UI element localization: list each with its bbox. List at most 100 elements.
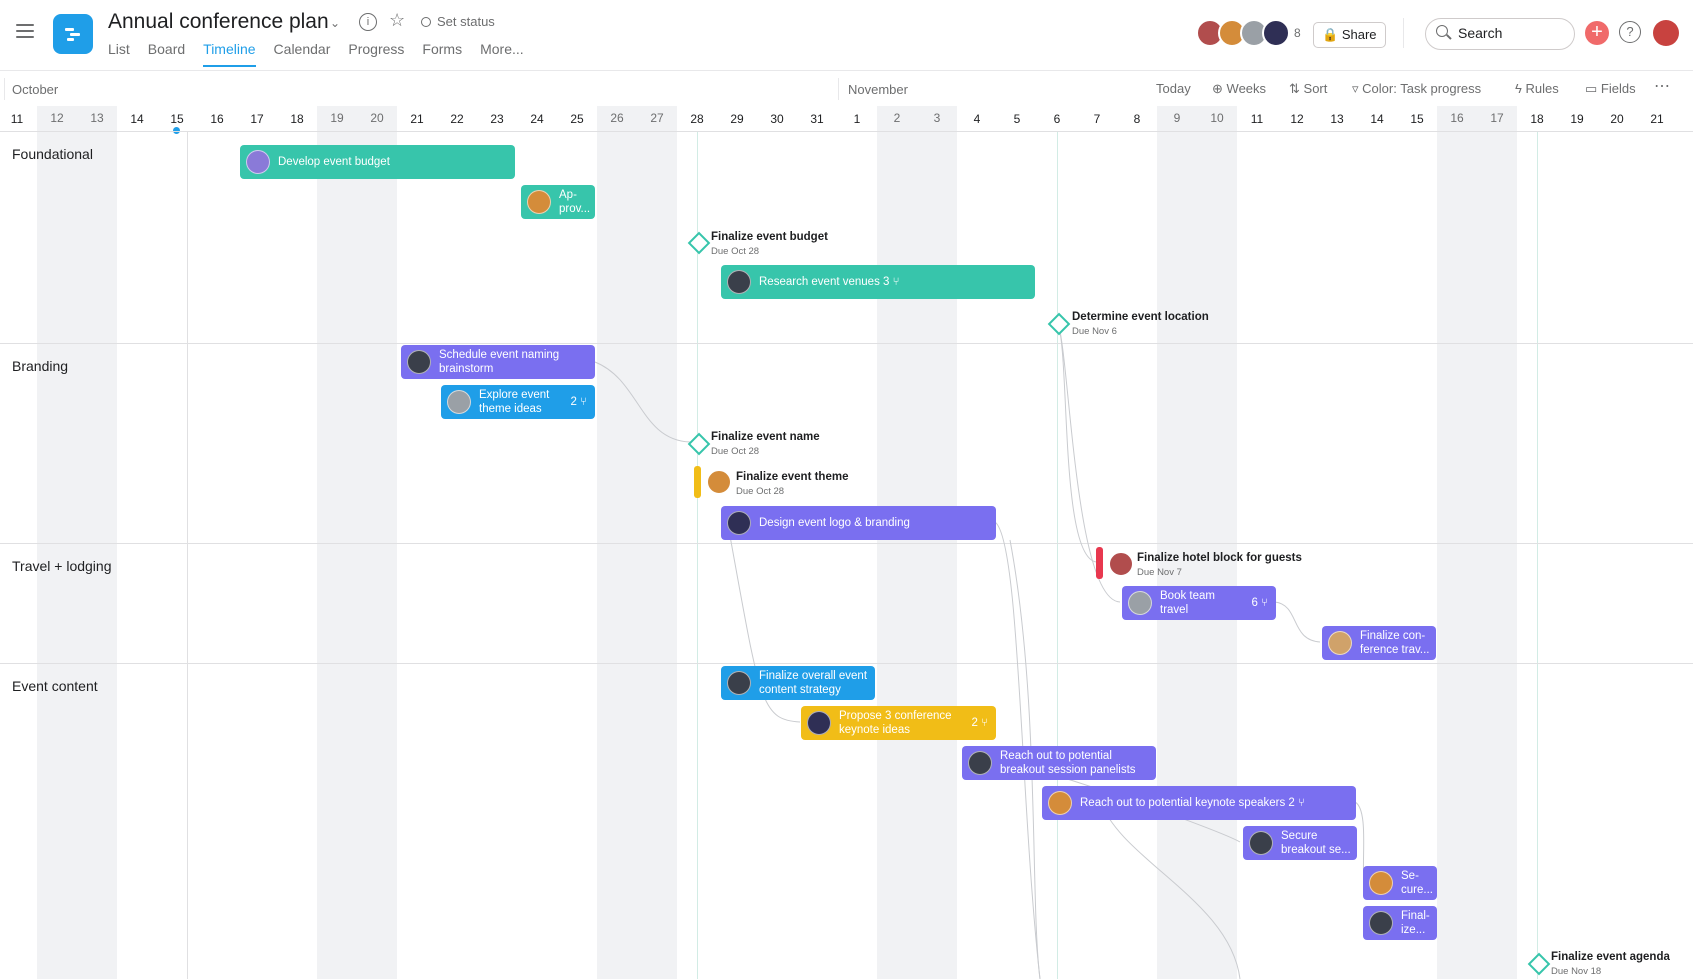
day-header: 11 12 13 14 15 16 17 18 19 20 21 22 23 24 25 26 27 28 29 30…: [0, 106, 1693, 132]
lightning-icon: ϟ: [1515, 81, 1522, 96]
fields-icon: ▭: [1585, 81, 1598, 96]
day-label: 22: [450, 112, 464, 126]
avatar: [1048, 791, 1072, 815]
subtask-icon: ⑂: [981, 717, 988, 729]
day-label: 17: [250, 112, 264, 126]
day-label: 27: [637, 106, 677, 131]
sort-button[interactable]: ⇅ Sort: [1289, 81, 1327, 97]
subtask-count: 3: [883, 276, 890, 288]
avatar: [407, 350, 431, 374]
task-bar[interactable]: Schedule event naming brainstorm: [401, 345, 595, 379]
avatar: [447, 390, 471, 414]
day-label: 14: [130, 112, 144, 126]
task-bar[interactable]: Design event logo & branding: [721, 506, 996, 540]
subtask-icon: ⑂: [1298, 797, 1305, 809]
avatar: [807, 711, 831, 735]
share-label: Share: [1341, 27, 1377, 42]
task-label: Reach out to potential keynote speakers: [1080, 797, 1286, 809]
day-label: 21: [410, 112, 424, 126]
star-icon[interactable]: ☆: [389, 10, 405, 31]
avatar: [1128, 591, 1152, 615]
page-title: Annual conference plan: [108, 10, 329, 33]
sort-icon: ⇅: [1289, 81, 1300, 96]
fields-label: Fields: [1600, 81, 1636, 96]
subtask-icon: ⑂: [1261, 597, 1268, 609]
task-label: Book team travel: [1160, 590, 1215, 616]
milestone-label: Finalize event name: [711, 431, 820, 443]
day-label: 19: [317, 106, 357, 131]
weeks-button[interactable]: ⊕ Weeks: [1212, 81, 1266, 97]
search-box[interactable]: [1425, 18, 1575, 50]
avatar[interactable]: [1653, 20, 1679, 46]
task-bar[interactable]: Ap- prov...: [521, 185, 595, 219]
day-label: 21: [1650, 112, 1664, 126]
task-bar[interactable]: Reach out to potential breakout session …: [962, 746, 1156, 780]
day-label: 15: [1410, 112, 1424, 126]
task-progress-flag[interactable]: [1096, 547, 1103, 579]
help-icon[interactable]: ?: [1619, 21, 1641, 43]
fields-button[interactable]: ▭ Fields: [1585, 81, 1636, 97]
task-label: Reach out to potential breakout session …: [1000, 750, 1136, 776]
tab-forms[interactable]: Forms: [422, 41, 462, 67]
task-bar[interactable]: Research event venues 3 ⑂: [721, 265, 1035, 299]
day-label: 19: [1570, 112, 1584, 126]
project-icon: [53, 14, 93, 54]
color-button[interactable]: ▿ Color: Task progress: [1352, 81, 1481, 97]
day-label: 17: [1477, 106, 1517, 131]
section-label: Foundational: [12, 146, 93, 162]
avatar: [1369, 871, 1393, 895]
status-circle-icon: [421, 17, 431, 27]
task-bar[interactable]: Final- ize...: [1363, 906, 1437, 940]
top-bar: Annual conference plan ⌄ i ☆ Set status …: [0, 0, 1693, 71]
today-button[interactable]: Today: [1156, 81, 1191, 96]
day-label: 6: [1053, 112, 1061, 126]
day-label: 20: [1610, 112, 1624, 126]
tab-more[interactable]: More...: [480, 41, 524, 67]
add-icon[interactable]: +: [1585, 21, 1609, 45]
tab-board[interactable]: Board: [148, 41, 185, 67]
tab-timeline[interactable]: Timeline: [203, 41, 256, 67]
day-label: 2: [877, 106, 917, 131]
avatar: [727, 671, 751, 695]
rules-button[interactable]: ϟ Rules: [1515, 81, 1559, 96]
task-bar[interactable]: Book team travel 6 ⑂: [1122, 586, 1276, 620]
day-label: 1: [853, 112, 861, 126]
task-bar[interactable]: Explore event theme ideas 2 ⑂: [441, 385, 595, 419]
task-bar[interactable]: Finalize con- ference trav...: [1322, 626, 1436, 660]
due-date: Due Nov 18: [1551, 966, 1602, 977]
day-label: 16: [210, 112, 224, 126]
task-label: Design event logo & branding: [759, 517, 910, 529]
set-status-button[interactable]: Set status: [421, 14, 495, 29]
task-bar[interactable]: Reach out to potential keynote speakers …: [1042, 786, 1356, 820]
chevron-down-icon[interactable]: ⌄: [330, 16, 340, 30]
day-label: 23: [490, 112, 504, 126]
avatar: [1108, 551, 1134, 577]
info-icon[interactable]: i: [359, 13, 377, 31]
day-label: 7: [1093, 112, 1101, 126]
search-icon: [1436, 25, 1448, 37]
task-progress-flag[interactable]: [694, 466, 701, 498]
day-label: 4: [973, 112, 981, 126]
share-button[interactable]: 🔒 Share: [1313, 22, 1386, 48]
day-label: 24: [530, 112, 544, 126]
member-avatars[interactable]: 8: [1196, 19, 1301, 47]
subtask-count: 6: [1251, 597, 1258, 609]
task-bar[interactable]: Develop event budget: [240, 145, 515, 179]
task-bar[interactable]: Propose 3 conference keynote ideas 2 ⑂: [801, 706, 996, 740]
month-label: November: [848, 82, 908, 97]
task-label: Finalize event theme: [736, 471, 849, 483]
subtask-count: 2: [1288, 797, 1295, 809]
search-input[interactable]: [1456, 24, 1570, 42]
day-label: 18: [290, 112, 304, 126]
section-label: Branding: [12, 358, 69, 374]
tab-calendar[interactable]: Calendar: [274, 41, 331, 67]
more-options-icon[interactable]: ⋯: [1654, 76, 1670, 96]
task-bar[interactable]: Se- cure...: [1363, 866, 1437, 900]
task-bar[interactable]: Secure breakout se...: [1243, 826, 1357, 860]
tab-list[interactable]: List: [108, 41, 130, 67]
tab-progress[interactable]: Progress: [348, 41, 404, 67]
menu-icon[interactable]: [16, 24, 34, 38]
milestone-label: Finalize event agenda: [1551, 951, 1670, 963]
zoom-icon: ⊕: [1212, 81, 1223, 96]
task-bar[interactable]: Finalize overall event content strategy: [721, 666, 875, 700]
